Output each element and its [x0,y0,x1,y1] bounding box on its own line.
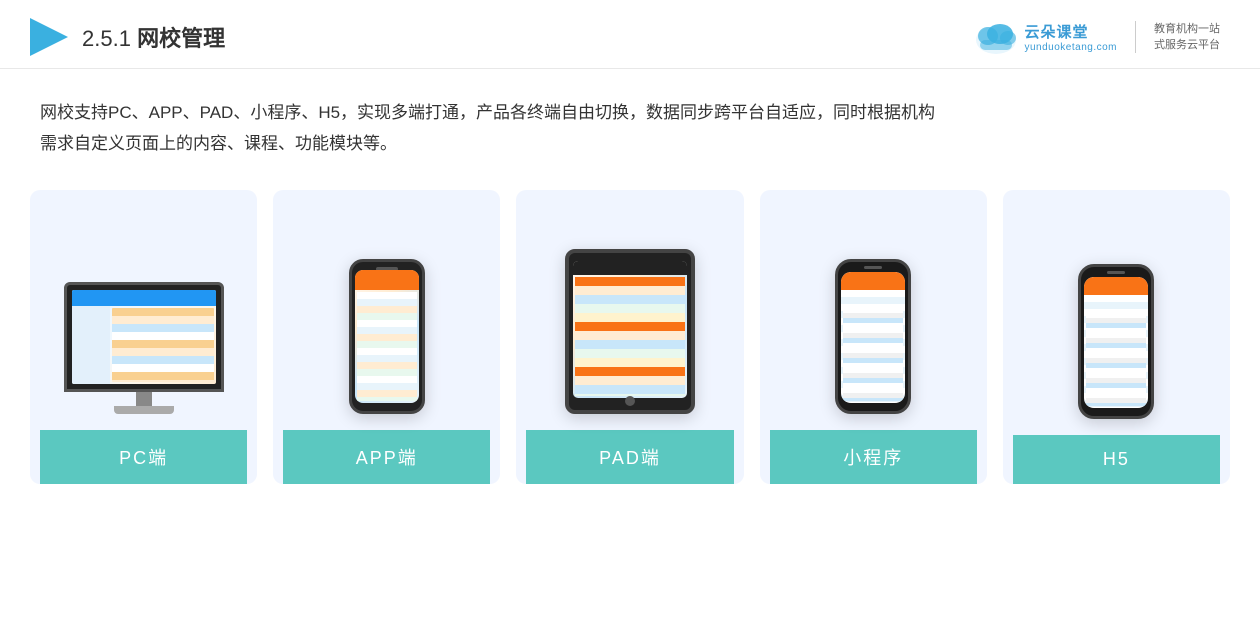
phone-small-screen-inner-miniapp [841,272,905,403]
card-pc-label: PC端 [40,430,247,484]
logo-divider [1135,21,1136,53]
monitor-device [59,282,229,414]
phone-screen-inner-app [355,270,419,403]
page-title: 2.5.1 网校管理 [82,21,225,53]
phone-small-screen-inner-h5 [1084,277,1148,408]
phone-device-miniapp [835,259,911,414]
card-miniapp-label: 小程序 [770,430,977,484]
desc-line1: 网校支持PC、APP、PAD、小程序、H5，实现多端打通，产品各终端自由切换，数… [40,97,1220,128]
monitor-screen-content [72,290,216,384]
desc-line2: 需求自定义页面上的内容、课程、功能模块等。 [40,128,1220,159]
card-app-image [283,214,490,414]
phone-small-screen-h5 [1084,277,1148,408]
card-app-label: APP端 [283,430,490,484]
phone-device-app [349,259,425,414]
card-app: APP端 [273,190,500,484]
logo-cloud: 云朵课堂 yunduoketang.com [974,18,1117,56]
card-h5-image [1013,214,1220,419]
card-h5: H5 [1003,190,1230,484]
card-pc: PC端 [30,190,257,484]
monitor-screen-outer [64,282,224,392]
pad-screen-inner [573,261,687,398]
header: 2.5.1 网校管理 云朵课堂 yunduoketang.com [0,0,1260,69]
monitor-screen [72,290,216,384]
card-pad-image [526,214,733,414]
logo-url: yunduoketang.com [1024,42,1117,53]
pad-device [565,249,695,414]
cards-area: PC端 APP端 PAD端 [0,170,1260,514]
logo-name: 云朵课堂 [1024,21,1088,42]
card-h5-label: H5 [1013,435,1220,484]
card-pad-label: PAD端 [526,430,733,484]
section-icon [30,18,68,56]
pad-screen [573,261,687,398]
logo-text-block: 云朵课堂 yunduoketang.com [1024,21,1117,53]
phone-small-screen-miniapp [841,272,905,403]
logo-slogan: 教育机构一站 式服务云平台 [1154,21,1220,54]
card-pad: PAD端 [516,190,743,484]
logo-area: 云朵课堂 yunduoketang.com 教育机构一站 式服务云平台 [974,18,1220,56]
card-miniapp: 小程序 [760,190,987,484]
description: 网校支持PC、APP、PAD、小程序、H5，实现多端打通，产品各终端自由切换，数… [0,69,1260,170]
logo-cloud-icon [974,18,1018,56]
page: 2.5.1 网校管理 云朵课堂 yunduoketang.com [0,0,1260,630]
card-miniapp-image [770,214,977,414]
phone-screen-app [355,270,419,403]
card-pc-image [40,214,247,414]
monitor-neck [136,392,152,406]
header-left: 2.5.1 网校管理 [30,18,225,56]
monitor-stand [114,406,174,414]
phone-device-h5 [1078,264,1154,419]
